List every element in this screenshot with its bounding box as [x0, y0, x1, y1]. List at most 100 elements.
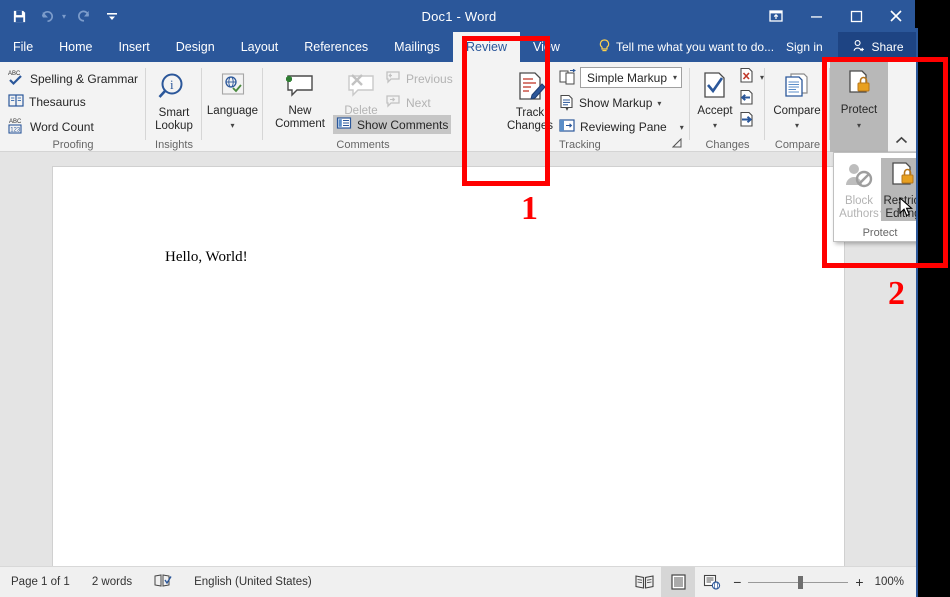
previous-comment-button[interactable]: Previous [385, 70, 453, 87]
accept-check-icon [699, 71, 731, 105]
status-language[interactable]: English (United States) [183, 576, 323, 588]
undo-dropdown-caret[interactable]: ▾ [62, 12, 66, 21]
protect-dropdown-label: Protect [834, 227, 918, 239]
group-label-insights: Insights [146, 139, 202, 151]
zoom-out-button[interactable]: − [733, 574, 741, 590]
accept-button[interactable]: Accept ▾ [692, 68, 738, 132]
group-label-changes: Changes [690, 139, 765, 151]
zoom-in-button[interactable]: + [855, 574, 863, 590]
compare-button[interactable]: Compare ▾ [768, 68, 826, 132]
share-button[interactable]: Share [838, 32, 918, 62]
track-changes-button[interactable]: Track Changes ▾ [499, 68, 561, 133]
read-mode-icon[interactable] [627, 567, 661, 597]
thesaurus-button[interactable]: Thesaurus [8, 93, 86, 111]
previous-comment-label: Previous [406, 72, 453, 86]
zoom-control: − + [733, 574, 863, 590]
title-bar: ▾ Doc1 - Word [0, 0, 916, 32]
protect-dropdown-caret[interactable]: ▾ [857, 119, 861, 132]
language-button[interactable]: Language ▾ [205, 68, 260, 132]
new-comment-label: New Comment [269, 105, 331, 131]
tab-home[interactable]: Home [46, 32, 105, 62]
previous-change-button[interactable] [738, 89, 755, 109]
tell-me-search[interactable]: Tell me what you want to do... [598, 32, 774, 62]
show-markup-label: Show Markup [579, 96, 652, 110]
compare-dropdown-caret[interactable]: ▾ [795, 119, 799, 132]
screen-background-top [915, 0, 950, 28]
protect-lock-icon [842, 68, 876, 104]
smart-lookup-button[interactable]: i Smart Lookup [149, 68, 199, 133]
block-authors-button[interactable]: Block Authors ▾ [837, 158, 881, 221]
tab-references[interactable]: References [291, 32, 381, 62]
ribbon-group-changes: Accept ▾ ▾ Changes [690, 62, 765, 152]
print-layout-icon[interactable] [661, 567, 695, 597]
show-markup-caret[interactable]: ▾ [657, 99, 661, 108]
restrict-editing-button[interactable]: Restrict Editing [881, 158, 918, 221]
web-layout-icon[interactable] [695, 567, 729, 597]
tab-review[interactable]: Review [453, 32, 520, 62]
tab-layout[interactable]: Layout [228, 32, 292, 62]
collapse-ribbon-icon[interactable] [895, 136, 908, 148]
magnifier-info-icon: i [157, 71, 191, 107]
reject-button[interactable]: ▾ [738, 67, 764, 87]
tab-view[interactable]: View [520, 32, 573, 62]
word-count-label: Word Count [30, 120, 94, 134]
svg-text:123: 123 [10, 128, 21, 134]
zoom-level-label[interactable]: 100% [864, 576, 918, 588]
word-count-button[interactable]: ABC 123 Word Count [8, 117, 94, 137]
close-icon[interactable] [876, 0, 916, 32]
lightbulb-icon [598, 39, 611, 56]
reviewing-pane-button[interactable]: Reviewing Pane ▾ [559, 118, 684, 136]
show-markup-button[interactable]: Show Markup ▾ [559, 94, 661, 112]
minimize-icon[interactable] [796, 0, 836, 32]
ribbon-group-comments: New Comment Delete ▾ Previous Next [263, 62, 463, 152]
markup-mode-icon [559, 69, 577, 88]
zoom-slider-thumb[interactable] [798, 576, 803, 589]
status-page-number[interactable]: Page 1 of 1 [0, 576, 81, 588]
proofing-status-icon[interactable] [143, 574, 183, 591]
tracking-dialog-launcher-icon[interactable] [672, 138, 682, 150]
markup-mode-caret[interactable]: ▾ [673, 73, 677, 82]
restore-icon[interactable] [836, 0, 876, 32]
spelling-grammar-button[interactable]: ABC Spelling & Grammar [8, 69, 138, 89]
ribbon: ABC Spelling & Grammar Thesaurus ABC 123 … [0, 62, 916, 152]
customize-qat-icon[interactable] [99, 3, 125, 29]
tab-file[interactable]: File [0, 32, 46, 62]
reviewing-pane-caret[interactable]: ▾ [680, 123, 684, 132]
new-comment-button[interactable]: New Comment [269, 68, 331, 131]
next-comment-button[interactable]: Next [385, 94, 431, 111]
redo-icon[interactable] [71, 3, 97, 29]
save-icon[interactable] [6, 3, 32, 29]
word-count-icon: ABC 123 [8, 117, 25, 137]
protect-button[interactable]: Protect ▾ [830, 62, 888, 152]
ribbon-group-protect: Protect ▾ [830, 62, 890, 152]
tab-design[interactable]: Design [163, 32, 228, 62]
tab-insert[interactable]: Insert [106, 32, 163, 62]
zoom-slider[interactable] [748, 582, 848, 583]
accept-dropdown-caret[interactable]: ▾ [713, 119, 717, 132]
language-dropdown-caret[interactable]: ▾ [230, 119, 234, 132]
ribbon-group-language: Language ▾ [202, 62, 263, 152]
ribbon-tab-strip: File Home Insert Design Layout Reference… [0, 32, 916, 62]
document-area[interactable]: Hello, World! [0, 152, 918, 566]
group-label-tracking: Tracking [559, 139, 601, 151]
svg-text:ABC: ABC [9, 119, 22, 125]
ribbon-display-options-icon[interactable] [756, 0, 796, 32]
status-word-count[interactable]: 2 words [81, 576, 143, 588]
markup-mode-row [559, 69, 577, 88]
block-authors-label: Block Authors [837, 195, 881, 221]
track-changes-icon [512, 71, 548, 107]
next-change-button[interactable] [738, 111, 755, 131]
show-comments-button[interactable]: Show Comments [333, 115, 451, 134]
markup-mode-combobox[interactable]: Simple Markup ▾ [580, 67, 682, 88]
block-authors-icon [842, 161, 876, 195]
reviewing-pane-label: Reviewing Pane [580, 120, 667, 134]
sign-in-button[interactable]: Sign in [786, 32, 823, 62]
document-page[interactable]: Hello, World! [52, 166, 845, 586]
ribbon-group-proofing: ABC Spelling & Grammar Thesaurus ABC 123 … [0, 62, 146, 152]
tab-mailings[interactable]: Mailings [381, 32, 453, 62]
undo-icon[interactable] [34, 3, 60, 29]
ribbon-group-insights: i Smart Lookup Insights [146, 62, 202, 152]
show-comments-icon [336, 116, 352, 133]
next-change-icon [738, 111, 755, 131]
svg-text:i: i [170, 77, 174, 92]
